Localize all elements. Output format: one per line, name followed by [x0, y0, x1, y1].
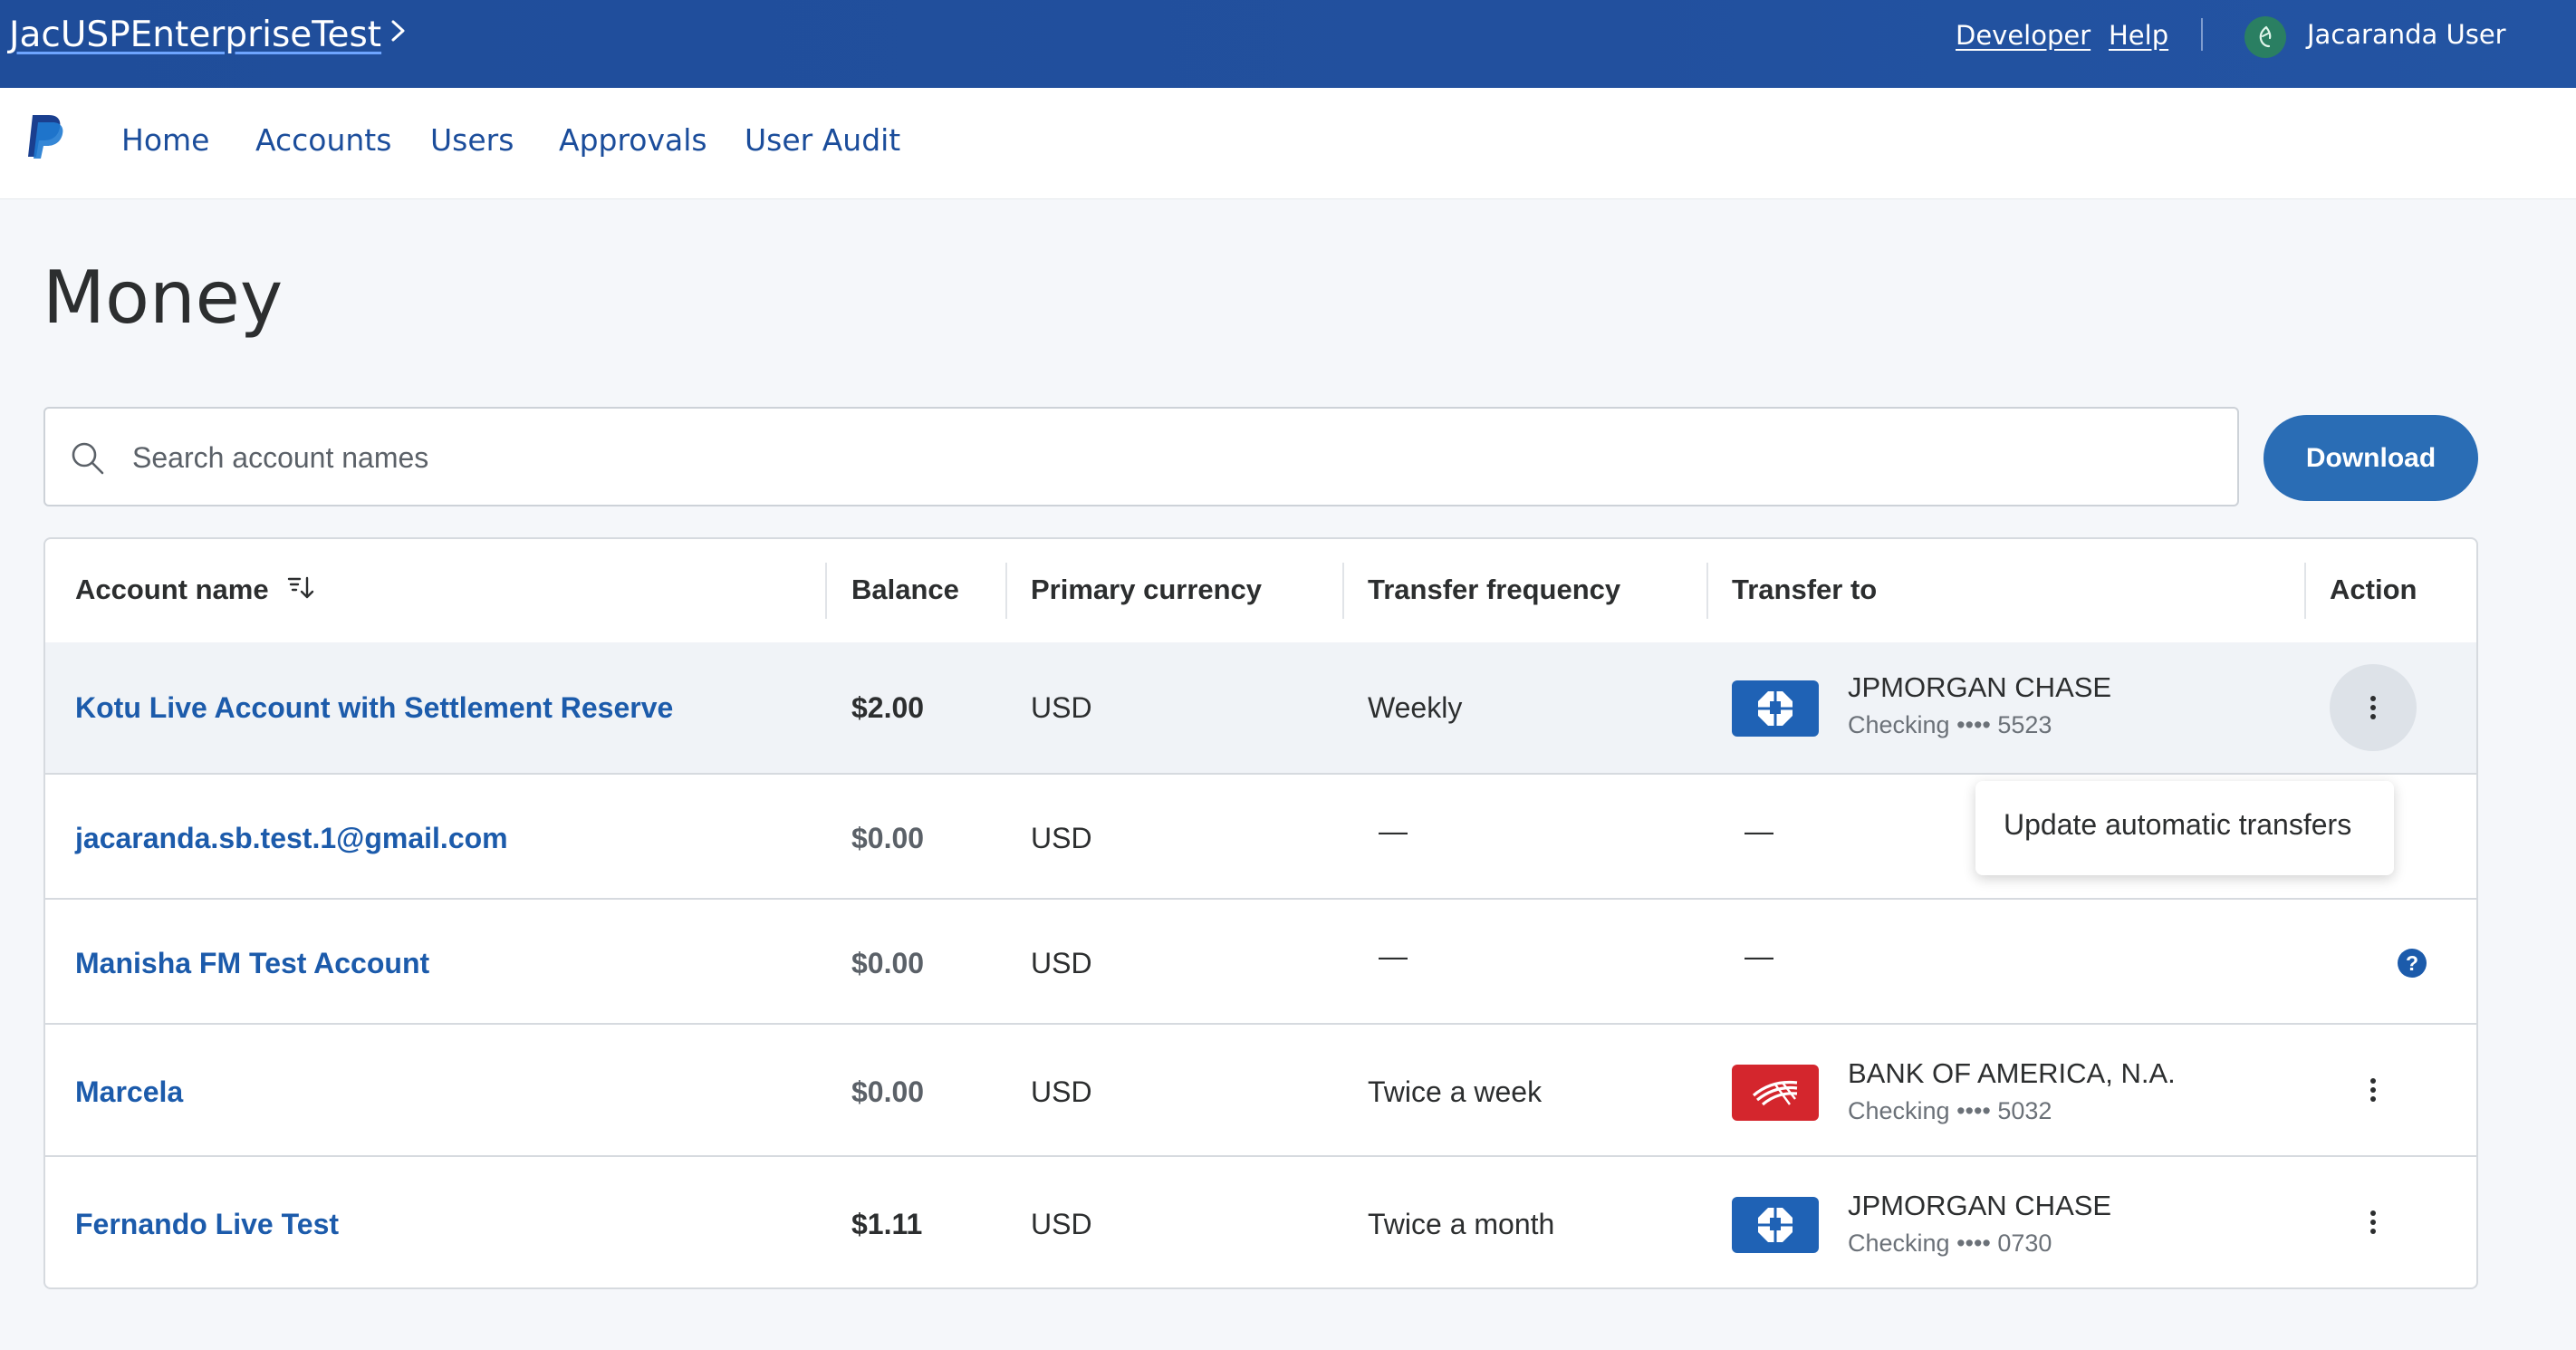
more-icon — [2370, 696, 2376, 719]
page-title: Money — [43, 256, 284, 340]
account-name-link[interactable]: Marcela — [75, 1075, 183, 1109]
chase-octagon-icon — [1758, 691, 1793, 726]
help-link[interactable]: Help — [2109, 20, 2168, 51]
header-balance: Balance — [851, 574, 959, 605]
currency: USD — [1031, 822, 1092, 854]
org-switcher-link[interactable]: JacUSPEnterpriseTest — [9, 14, 381, 55]
transfer-frequency: — — [1379, 815, 1408, 847]
more-actions-button[interactable] — [2330, 664, 2417, 751]
column-divider — [1005, 563, 1007, 619]
download-button[interactable]: Download — [2264, 415, 2478, 501]
chase-octagon-icon — [1758, 1208, 1793, 1242]
help-icon[interactable]: ? — [2398, 949, 2427, 978]
search-input[interactable] — [130, 409, 2217, 506]
bank-of-america-logo — [1732, 1065, 1819, 1121]
header-transfer-frequency: Transfer frequency — [1368, 574, 1621, 605]
table-header: Account name Balance Primary currency Tr… — [45, 539, 2476, 644]
balance: $0.00 — [851, 822, 925, 854]
top-bar: JacUSPEnterpriseTest Developer Help Jaca… — [0, 0, 2576, 88]
bank-name: JPMORGAN CHASE — [1848, 1190, 2112, 1221]
table-row: Kotu Live Account with Settlement Reserv… — [45, 642, 2476, 775]
bank-account: Checking •••• 0730 — [1848, 1229, 2052, 1257]
chase-logo — [1732, 1197, 1819, 1253]
balance: $2.00 — [851, 691, 925, 724]
more-actions-button[interactable] — [2353, 1070, 2393, 1110]
column-divider — [1342, 563, 1344, 619]
main-nav: Home Accounts Users Approvals User Audit — [0, 88, 2576, 199]
currency: USD — [1031, 1208, 1092, 1240]
account-name-link[interactable]: Fernando Live Test — [75, 1208, 339, 1241]
transfer-frequency: Twice a month — [1368, 1208, 1555, 1240]
paypal-logo[interactable] — [25, 113, 65, 160]
column-divider — [2304, 563, 2306, 619]
bank-name: JPMORGAN CHASE — [1848, 671, 2112, 703]
transfer-to: — — [1745, 940, 1773, 972]
avatar[interactable] — [2244, 16, 2286, 58]
nav-users[interactable]: Users — [430, 122, 514, 158]
bank-account: Checking •••• 5032 — [1848, 1097, 2052, 1124]
bank-name: BANK OF AMERICA, N.A. — [1848, 1057, 2176, 1089]
accounts-table: Account name Balance Primary currency Tr… — [43, 537, 2478, 1289]
transfer-frequency: Weekly — [1368, 691, 1463, 724]
sort-icon[interactable] — [286, 574, 315, 603]
balance: $0.00 — [851, 947, 925, 979]
more-icon — [2370, 1078, 2376, 1102]
currency: USD — [1031, 1075, 1092, 1108]
account-name-link[interactable]: Kotu Live Account with Settlement Reserv… — [75, 691, 673, 725]
nav-accounts[interactable]: Accounts — [255, 122, 391, 158]
nav-home[interactable]: Home — [121, 122, 209, 158]
user-avatar-icon — [2259, 25, 2272, 48]
transfer-frequency: Twice a week — [1368, 1075, 1543, 1108]
table-row: Fernando Live Test $1.11 USD Twice a mon… — [45, 1157, 2476, 1287]
currency: USD — [1031, 947, 1092, 979]
transfer-frequency: — — [1379, 940, 1408, 972]
action-menu: Update automatic transfers — [1975, 781, 2394, 875]
account-name-link[interactable]: jacaranda.sb.test.1@gmail.com — [75, 822, 508, 855]
chase-logo — [1732, 680, 1819, 737]
column-divider — [1706, 563, 1708, 619]
account-name-link[interactable]: Manisha FM Test Account — [75, 947, 429, 980]
header-account-name[interactable]: Account name — [75, 574, 269, 606]
search-box[interactable] — [43, 407, 2239, 506]
search-icon — [72, 442, 104, 475]
bank-account: Checking •••• 5523 — [1848, 711, 2052, 738]
menu-item-update-automatic-transfers[interactable]: Update automatic transfers — [2004, 808, 2351, 842]
developer-link[interactable]: Developer — [1956, 20, 2091, 51]
nav-approvals[interactable]: Approvals — [559, 122, 707, 158]
transfer-to: — — [1745, 815, 1773, 847]
more-icon — [2370, 1210, 2376, 1234]
nav-user-audit[interactable]: User Audit — [745, 122, 900, 158]
more-actions-button[interactable] — [2353, 1202, 2393, 1242]
header-primary-currency: Primary currency — [1031, 574, 1263, 605]
user-name[interactable]: Jacaranda User — [2307, 19, 2506, 50]
bank-of-america-flag-icon — [1752, 1080, 1798, 1106]
chevron-right-icon[interactable] — [388, 13, 411, 49]
header-action: Action — [2330, 574, 2417, 605]
column-divider — [825, 563, 827, 619]
table-row: Marcela $0.00 USD Twice a week BANK OF A… — [45, 1025, 2476, 1157]
table-row: Manisha FM Test Account $0.00 USD — — ? — [45, 900, 2476, 1025]
balance: $0.00 — [851, 1075, 925, 1108]
top-divider — [2201, 18, 2203, 51]
header-transfer-to: Transfer to — [1732, 574, 1878, 605]
currency: USD — [1031, 691, 1092, 724]
balance: $1.11 — [851, 1208, 923, 1240]
